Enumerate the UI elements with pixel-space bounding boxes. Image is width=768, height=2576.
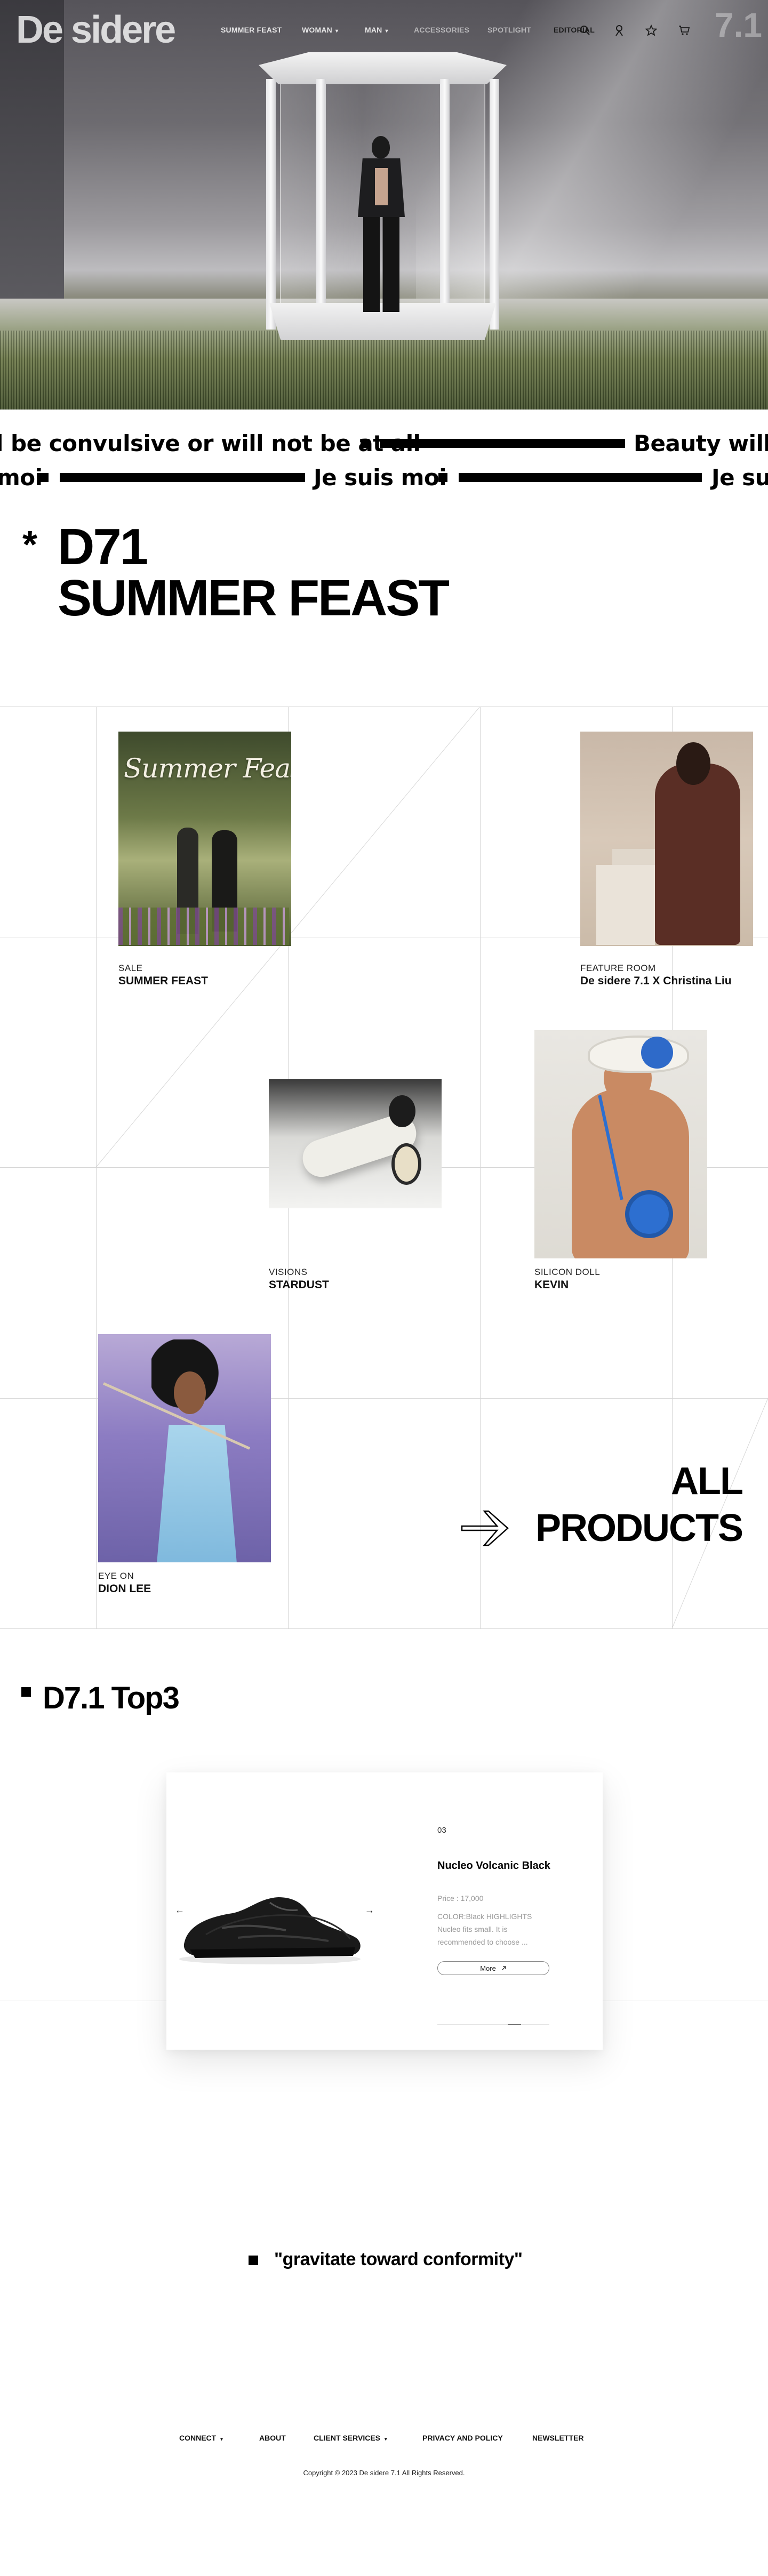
card-title: KEVIN [534, 1279, 569, 1291]
footer-link-privacy[interactable]: PRIVACY AND POLICY [422, 2434, 503, 2442]
stardust-image [269, 1079, 442, 1208]
nav-accessories[interactable]: ACCESSORIES [414, 26, 469, 34]
marquee-bar [459, 473, 702, 482]
carousel-progress [437, 2024, 549, 2025]
product-description: COLOR:Black HIGHLIGHTS Nucleo fits small… [437, 1912, 532, 1946]
product-index: 03 [437, 1826, 446, 1835]
marquee-text: Je suis moi [314, 464, 447, 491]
marquee-text: moi [0, 464, 43, 491]
top3-square [21, 1687, 31, 1697]
marquee-text: l be convulsive or will not be at all [0, 430, 421, 456]
carousel-progress-fill [508, 2024, 522, 2025]
chevron-down-icon: ▾ [385, 2436, 387, 2442]
marquee-row-1: l be convulsive or will not be at all Be… [0, 429, 768, 459]
quote-square [249, 2256, 258, 2265]
collection-badge: 7.1 [715, 6, 762, 44]
nav-spotlight[interactable]: SPOTLIGHT [487, 26, 531, 34]
card-kicker: EYE ON [98, 1571, 134, 1581]
card-title: De sidere 7.1 X Christina Liu [580, 975, 732, 987]
product-name[interactable]: Nucleo Volcanic Black [437, 1860, 560, 1872]
cart-icon[interactable] [677, 23, 691, 37]
all-products-link[interactable]: ALL PRODUCTS [529, 1458, 743, 1552]
card-kicker: VISIONS [269, 1267, 308, 1277]
card-title: SUMMER FEAST [118, 975, 208, 987]
top3-title: D7.1 Top3 [43, 1681, 180, 1715]
feature-card-summer-feast[interactable]: Summer Feast SALE SUMMER FEAST [118, 732, 291, 998]
footer-link-about[interactable]: ABOUT [259, 2434, 286, 2442]
brand-quote: "gravitate toward conformity" [274, 2249, 523, 2269]
chevron-down-icon: ▾ [335, 28, 339, 34]
feature-card-christina-liu[interactable]: FEATURE ROOM De sidere 7.1 X Christina L… [580, 732, 753, 998]
card-kicker: SALE [118, 963, 143, 973]
hero-model [349, 136, 413, 312]
marquee-square [361, 439, 370, 448]
footer-nav: CONNECT ▾ ABOUT CLIENT SERVICES ▾ PRIVACY … [0, 2434, 768, 2445]
dion-lee-image [98, 1334, 271, 1562]
product-image[interactable] [174, 1879, 377, 1970]
marquee-row-2: moi Je suis moi Je su [0, 463, 768, 493]
nav-woman[interactable]: WOMAN ▾ [302, 26, 338, 34]
user-icon[interactable] [612, 23, 626, 37]
feature-card-dion-lee[interactable]: EYE ON DION LEE [98, 1334, 271, 1606]
section-asterisk: * [22, 524, 38, 566]
chevron-down-icon: ▾ [220, 2436, 223, 2442]
card-title: STARDUST [269, 1279, 329, 1291]
chevron-down-icon: ▾ [385, 28, 388, 34]
product-card: ← → 03 Nucleo Volcanic Black Price : 17,… [166, 1772, 603, 2050]
arrow-right-icon[interactable]: → [365, 1905, 374, 1916]
marquee-square [438, 473, 447, 482]
footer-link-connect[interactable]: CONNECT ▾ [179, 2434, 223, 2442]
nav-summer-feast[interactable]: SUMMER FEAST [221, 26, 282, 34]
footer-link-client-services[interactable]: CLIENT SERVICES ▾ [314, 2434, 387, 2442]
arrow-up-right-icon [502, 1966, 506, 1970]
kevin-image [534, 1030, 707, 1258]
card-kicker: FEATURE ROOM [580, 963, 656, 973]
card-title: DION LEE [98, 1583, 151, 1595]
marquee-text: Beauty will b [634, 430, 768, 456]
feature-card-kevin[interactable]: SILICON DOLL KEVIN [534, 1030, 707, 1302]
marquee-bar [380, 439, 625, 448]
footer-link-newsletter[interactable]: NEWSLETTER [532, 2434, 583, 2442]
arrow-right-icon[interactable] [460, 1507, 511, 1550]
feature-card-stardust[interactable]: VISIONS STARDUST [269, 1079, 442, 1298]
marquee-text: Je su [711, 464, 768, 491]
nav-man[interactable]: MAN ▾ [365, 26, 388, 34]
search-icon[interactable] [578, 23, 592, 37]
star-icon[interactable] [644, 23, 658, 37]
more-button[interactable]: More [437, 1961, 549, 1975]
copyright: Copyright © 2023 De sidere 7.1 All Right… [303, 2469, 465, 2477]
card-kicker: SILICON DOLL [534, 1267, 601, 1277]
christina-liu-image [580, 732, 753, 946]
section-title: D71 SUMMER FEAST [58, 518, 450, 627]
summer-feast-image: Summer Feast [118, 732, 291, 946]
product-price: Price : 17,000 [437, 1894, 484, 1903]
summer-feast-image-title: Summer Feast [124, 753, 291, 784]
hero-banner [0, 0, 768, 410]
marquee-bar [60, 473, 305, 482]
marquee-square [39, 473, 49, 482]
